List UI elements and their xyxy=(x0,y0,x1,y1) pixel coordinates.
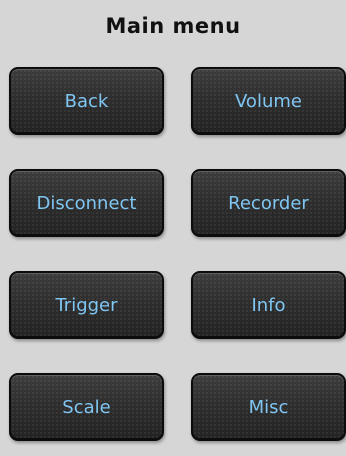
disconnect-button[interactable]: Disconnect xyxy=(9,169,164,237)
recorder-button-label: Recorder xyxy=(228,192,309,214)
trigger-button-label: Trigger xyxy=(55,294,118,316)
menu-title: Main menu xyxy=(105,14,241,38)
back-button-label: Back xyxy=(64,90,109,112)
misc-button[interactable]: Misc xyxy=(191,373,346,441)
volume-button-label: Volume xyxy=(235,90,302,112)
volume-button[interactable]: Volume xyxy=(191,67,346,135)
scale-button-label: Scale xyxy=(62,396,111,418)
trigger-button[interactable]: Trigger xyxy=(9,271,164,339)
back-button[interactable]: Back xyxy=(9,67,164,135)
info-button-label: Info xyxy=(251,294,286,316)
misc-button-label: Misc xyxy=(248,396,289,418)
recorder-button[interactable]: Recorder xyxy=(191,169,346,237)
info-button[interactable]: Info xyxy=(191,271,346,339)
disconnect-button-label: Disconnect xyxy=(36,192,137,214)
scale-button[interactable]: Scale xyxy=(9,373,164,441)
